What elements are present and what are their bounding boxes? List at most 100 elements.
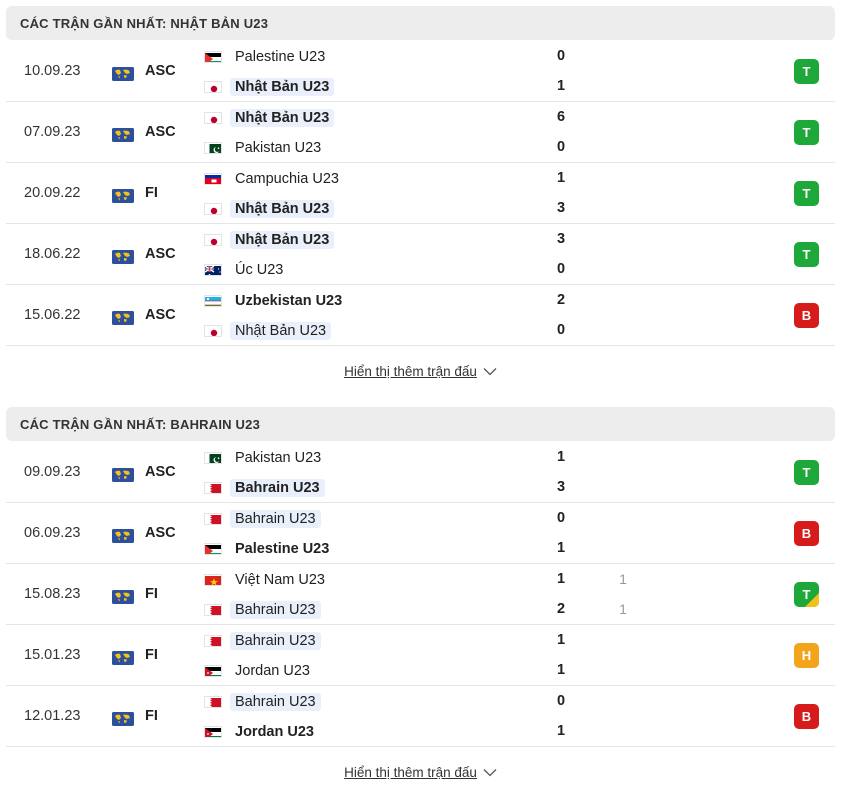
team-name: Pakistan U23 xyxy=(235,140,322,156)
match-date: 07.09.23 xyxy=(24,124,81,140)
team-away: Bahrain U23 xyxy=(204,599,321,621)
league-code: FI xyxy=(145,586,158,602)
team-name: Palestine U23 xyxy=(235,541,330,557)
match-row[interactable]: 18.06.22 ASC Nhật Bản U23 Úc U23 3 0 T xyxy=(6,224,835,285)
home-penalty-score: 1 xyxy=(619,571,627,587)
match-date: 18.06.22 xyxy=(24,246,81,262)
away-score: 1 xyxy=(556,723,566,739)
match-row[interactable]: 15.06.22 ASC Uzbekistan U23 Nhật Bản U23… xyxy=(6,285,835,346)
match-row[interactable]: 15.08.23 FI Việt Nam U23 Bahrain U23 1 2… xyxy=(6,564,835,625)
away-score: 1 xyxy=(556,78,566,94)
world-map-icon xyxy=(112,529,134,543)
team-name: Jordan U23 xyxy=(235,724,314,740)
result-letter: T xyxy=(802,465,811,480)
team-name: Bahrain U23 xyxy=(230,510,321,528)
match-row[interactable]: 20.09.22 FI Campuchia U23 Nhật Bản U23 1… xyxy=(6,163,835,224)
bahrain-flag-icon xyxy=(204,604,222,616)
team-away: Úc U23 xyxy=(204,259,288,281)
japan-flag-icon xyxy=(204,81,222,93)
team-away: Nhật Bản U23 xyxy=(204,198,335,220)
world-map-icon xyxy=(112,590,134,604)
away-score: 2 xyxy=(556,601,566,617)
palestine-flag-icon xyxy=(204,51,222,63)
match-date: 10.09.23 xyxy=(24,63,81,79)
result-letter: T xyxy=(802,247,811,262)
match-row[interactable]: 06.09.23 ASC Bahrain U23 Palestine U23 0… xyxy=(6,503,835,564)
team-away: Jordan U23 xyxy=(204,660,315,682)
world-map-icon xyxy=(112,712,134,726)
team-name: Palestine U23 xyxy=(235,49,326,65)
home-score: 0 xyxy=(556,48,566,64)
result-badge: T xyxy=(794,460,819,485)
team-home: Bahrain U23 xyxy=(204,630,321,652)
bahrain-flag-icon xyxy=(204,482,222,494)
home-score: 1 xyxy=(556,632,566,648)
match-row[interactable]: 07.09.23 ASC Nhật Bản U23 Pakistan U23 6… xyxy=(6,102,835,163)
vietnam-flag-icon xyxy=(204,574,222,586)
japan-flag-icon xyxy=(204,325,222,337)
team-away: Nhật Bản U23 xyxy=(204,76,335,98)
result-letter: B xyxy=(801,308,812,323)
match-row[interactable]: 12.01.23 FI Bahrain U23 Jordan U23 0 1 B xyxy=(6,686,835,747)
team-name: Campuchia U23 xyxy=(235,171,339,187)
chevron-down-icon xyxy=(483,367,497,376)
result-badge: T xyxy=(794,582,819,607)
australia-flag-icon xyxy=(204,264,222,276)
team-name: Bahrain U23 xyxy=(230,479,325,497)
cambodia-flag-icon xyxy=(204,173,222,185)
jordan-flag-icon xyxy=(204,726,222,738)
team-home: Campuchia U23 xyxy=(204,168,344,190)
japan-flag-icon xyxy=(204,203,222,215)
team-home: Bahrain U23 xyxy=(204,508,321,530)
league-code: FI xyxy=(145,708,158,724)
match-date: 20.09.22 xyxy=(24,185,81,201)
team-name: Pakistan U23 xyxy=(235,450,322,466)
team-away: Bahrain U23 xyxy=(204,477,325,499)
world-map-icon xyxy=(112,651,134,665)
bahrain-flag-icon xyxy=(204,635,222,647)
match-row[interactable]: 10.09.23 ASC Palestine U23 Nhật Bản U23 … xyxy=(6,41,835,102)
japan-flag-icon xyxy=(204,112,222,124)
team-name: Nhật Bản U23 xyxy=(230,322,332,340)
team-name: Bahrain U23 xyxy=(230,632,321,650)
match-row[interactable]: 09.09.23 ASC Pakistan U23 Bahrain U23 1 … xyxy=(6,442,835,503)
team-name: Việt Nam U23 xyxy=(235,572,325,588)
result-letter: T xyxy=(802,125,811,140)
show-more-link[interactable]: Hiển thị thêm trận đấu xyxy=(6,364,835,379)
away-score: 1 xyxy=(556,662,566,678)
palestine-flag-icon xyxy=(204,543,222,555)
team-home: Việt Nam U23 xyxy=(204,569,330,591)
recent-matches-section: CÁC TRẬN GẦN NHẤT: BAHRAIN U23 09.09.23 … xyxy=(6,407,835,789)
away-score: 3 xyxy=(556,479,566,495)
team-away: Nhật Bản U23 xyxy=(204,320,332,342)
away-score: 3 xyxy=(556,200,566,216)
match-date: 09.09.23 xyxy=(24,464,81,480)
team-away: Palestine U23 xyxy=(204,538,334,560)
league-code: FI xyxy=(145,185,158,201)
show-more-label: Hiển thị thêm trận đấu xyxy=(344,364,477,379)
team-home: Nhật Bản U23 xyxy=(204,229,335,251)
home-score: 6 xyxy=(556,109,566,125)
team-home: Palestine U23 xyxy=(204,46,330,68)
team-name: Jordan U23 xyxy=(235,663,310,679)
jordan-flag-icon xyxy=(204,665,222,677)
match-date: 06.09.23 xyxy=(24,525,81,541)
away-score: 0 xyxy=(556,261,566,277)
show-more-label: Hiển thị thêm trận đấu xyxy=(344,765,477,780)
result-badge: T xyxy=(794,59,819,84)
result-letter: T xyxy=(802,587,811,602)
team-name: Nhật Bản U23 xyxy=(230,78,335,96)
league-code: ASC xyxy=(145,246,176,262)
team-name: Úc U23 xyxy=(235,262,284,278)
home-score: 2 xyxy=(556,292,566,308)
team-home: Pakistan U23 xyxy=(204,447,326,469)
show-more-link[interactable]: Hiển thị thêm trận đấu xyxy=(6,765,835,780)
away-penalty-score: 1 xyxy=(619,601,627,617)
match-date: 12.01.23 xyxy=(24,708,81,724)
home-score: 1 xyxy=(556,571,566,587)
team-away: Pakistan U23 xyxy=(204,137,326,159)
home-score: 3 xyxy=(556,231,566,247)
match-row[interactable]: 15.01.23 FI Bahrain U23 Jordan U23 1 1 H xyxy=(6,625,835,686)
league-code: ASC xyxy=(145,307,176,323)
uzbekistan-flag-icon xyxy=(204,295,222,307)
